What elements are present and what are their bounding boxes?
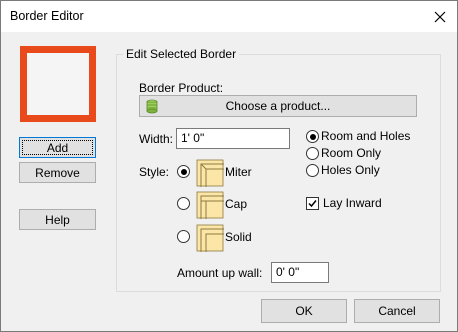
radio-holes-only[interactable] [306,164,319,177]
cancel-button-label: Cancel [378,304,416,318]
border-preview [20,46,96,122]
room-only-label: Room Only [321,146,382,160]
remove-button-label: Remove [35,165,80,180]
help-button-label: Help [45,212,70,227]
radio-style-solid[interactable] [177,230,190,243]
title-bar: Border Editor [1,1,457,32]
choose-product-label: Choose a product... [225,99,331,113]
group-title: Edit Selected Border [123,47,240,61]
holes-only-label: Holes Only [321,163,380,177]
checkmark-icon [308,200,317,208]
cap-label: Cap [225,197,248,211]
close-button[interactable] [423,1,457,32]
radio-style-miter[interactable] [177,165,190,178]
radio-room-only[interactable] [306,147,319,160]
ok-button-label: OK [295,304,313,318]
border-product-label: Border Product: [139,81,224,95]
amount-up-wall-input[interactable]: 0' 0" [271,262,329,283]
solid-label: Solid [225,230,252,244]
miter-label: Miter [225,165,252,179]
cancel-button[interactable]: Cancel [354,299,440,323]
cap-style-icon [196,191,224,219]
radio-room-and-holes[interactable] [306,130,319,143]
close-icon [434,11,446,22]
width-label: Width: [139,132,174,146]
solid-style-icon [196,224,224,252]
choose-product-button[interactable]: Choose a product... [139,95,417,117]
room-and-holes-label: Room and Holes [321,129,411,143]
amount-up-wall-label: Amount up wall: [177,266,263,280]
miter-style-icon [196,159,224,187]
border-preview-inner [27,53,89,115]
window-title: Border Editor [10,9,84,23]
width-input[interactable]: 1' 0" [176,128,290,149]
help-button[interactable]: Help [19,209,96,230]
radio-style-cap[interactable] [177,197,190,210]
product-stack-icon [146,99,158,114]
border-editor-dialog: Border Editor Add Remove Help Edit Selec… [0,0,458,332]
style-label: Style: [139,165,170,179]
lay-inward-checkbox[interactable] [306,197,319,210]
add-button[interactable]: Add [19,137,96,158]
remove-button[interactable]: Remove [19,162,96,183]
ok-button[interactable]: OK [261,299,347,323]
lay-inward-label: Lay Inward [323,196,382,210]
